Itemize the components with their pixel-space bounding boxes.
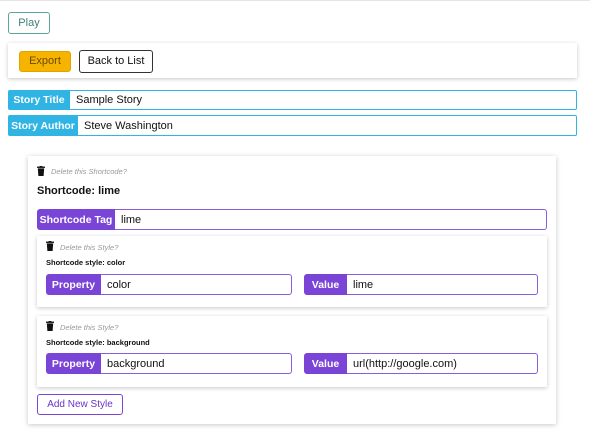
trash-icon[interactable] xyxy=(46,321,54,331)
value-input[interactable]: lime xyxy=(347,274,538,295)
story-author-input[interactable]: Steve Washington xyxy=(78,115,577,136)
style-heading: Shortcode style: color xyxy=(46,258,126,267)
add-new-style-button[interactable]: Add New Style xyxy=(37,394,123,415)
value-label: Value xyxy=(304,353,347,374)
delete-style-link[interactable]: Delete this Style? xyxy=(60,323,118,332)
trash-icon[interactable] xyxy=(37,166,45,176)
shortcode-tag-field: Shortcode Tag lime xyxy=(37,209,547,230)
property-field: Property color xyxy=(46,274,292,295)
delete-shortcode-link[interactable]: Delete this Shortcode? xyxy=(51,167,127,176)
top-divider xyxy=(0,0,590,1)
shortcode-card: Delete this Shortcode? Shortcode: lime S… xyxy=(28,156,556,424)
story-author-label: Story Author xyxy=(8,115,78,136)
delete-style-link[interactable]: Delete this Style? xyxy=(60,243,118,252)
property-label: Property xyxy=(46,353,101,374)
property-label: Property xyxy=(46,274,101,295)
story-title-input[interactable]: Sample Story xyxy=(70,90,577,110)
export-button[interactable]: Export xyxy=(19,51,71,72)
shortcode-heading: Shortcode: lime xyxy=(37,185,121,197)
shortcode-tag-label: Shortcode Tag xyxy=(37,209,115,230)
property-field: Property background xyxy=(46,353,292,374)
style-card-background: Delete this Style? Shortcode style: back… xyxy=(37,316,547,387)
story-title-field: Story Title Sample Story xyxy=(8,90,577,110)
play-button[interactable]: Play xyxy=(8,12,50,34)
story-author-field: Story Author Steve Washington xyxy=(8,115,577,136)
property-input[interactable]: background xyxy=(101,353,292,374)
shortcode-tag-input[interactable]: lime xyxy=(115,209,547,230)
property-input[interactable]: color xyxy=(101,274,292,295)
value-label: Value xyxy=(304,274,347,295)
trash-icon[interactable] xyxy=(46,241,54,251)
value-field: Value lime xyxy=(304,274,538,295)
toolbar: Export Back to List xyxy=(8,43,577,78)
value-field: Value url(http://google.com) xyxy=(304,353,538,374)
value-input[interactable]: url(http://google.com) xyxy=(347,353,538,374)
back-to-list-button[interactable]: Back to List xyxy=(79,50,153,73)
style-card-color: Delete this Style? Shortcode style: colo… xyxy=(37,236,547,307)
story-title-label: Story Title xyxy=(8,90,70,110)
style-heading: Shortcode style: background xyxy=(46,338,150,347)
